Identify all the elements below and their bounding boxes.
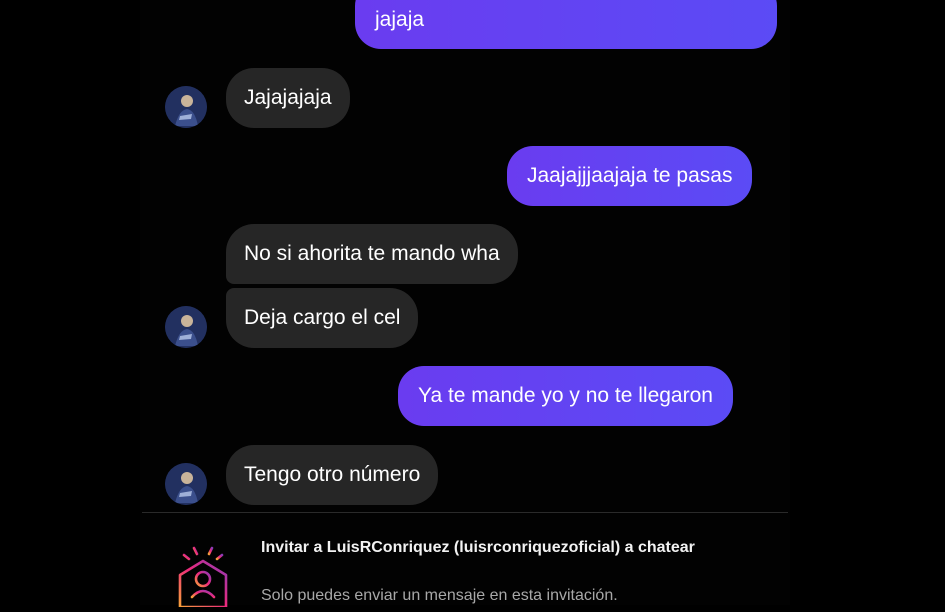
message-received[interactable]: Jajajajaja	[226, 68, 350, 128]
message-received[interactable]: No si ahorita te mando wha	[226, 224, 518, 284]
avatar[interactable]	[165, 86, 207, 128]
message-text: Jaajajjjaajaja te pasas	[527, 164, 733, 187]
message-sent[interactable]: jajaja	[355, 0, 777, 49]
message-text: Deja cargo el cel	[244, 306, 401, 329]
message-sent[interactable]: Jaajajjjaajaja te pasas	[507, 146, 753, 206]
message-text: Tengo otro número	[244, 463, 421, 486]
message-text: No si ahorita te mando wha	[244, 242, 500, 265]
profile-photo-icon	[165, 306, 207, 348]
message-text: jajaja	[375, 8, 425, 31]
avatar[interactable]	[165, 463, 207, 505]
invite-subtitle: Solo puedes enviar un mensaje en esta in…	[261, 587, 618, 604]
message-received[interactable]: Tengo otro número	[226, 445, 439, 505]
message-text: Ya te mande yo y no te llegaron	[418, 384, 713, 407]
divider	[142, 512, 788, 513]
profile-photo-icon	[165, 463, 207, 505]
message-received[interactable]: Deja cargo el cel	[226, 288, 419, 348]
message-text: Jajajajaja	[244, 86, 332, 109]
profile-photo-icon	[165, 86, 207, 128]
avatar[interactable]	[165, 306, 207, 348]
invite-title[interactable]: Invitar a LuisRConriquez (luisrconriquez…	[261, 537, 781, 559]
message-sent[interactable]: Ya te mande yo y no te llegaron	[398, 366, 733, 426]
envelope-person-icon	[172, 544, 234, 609]
